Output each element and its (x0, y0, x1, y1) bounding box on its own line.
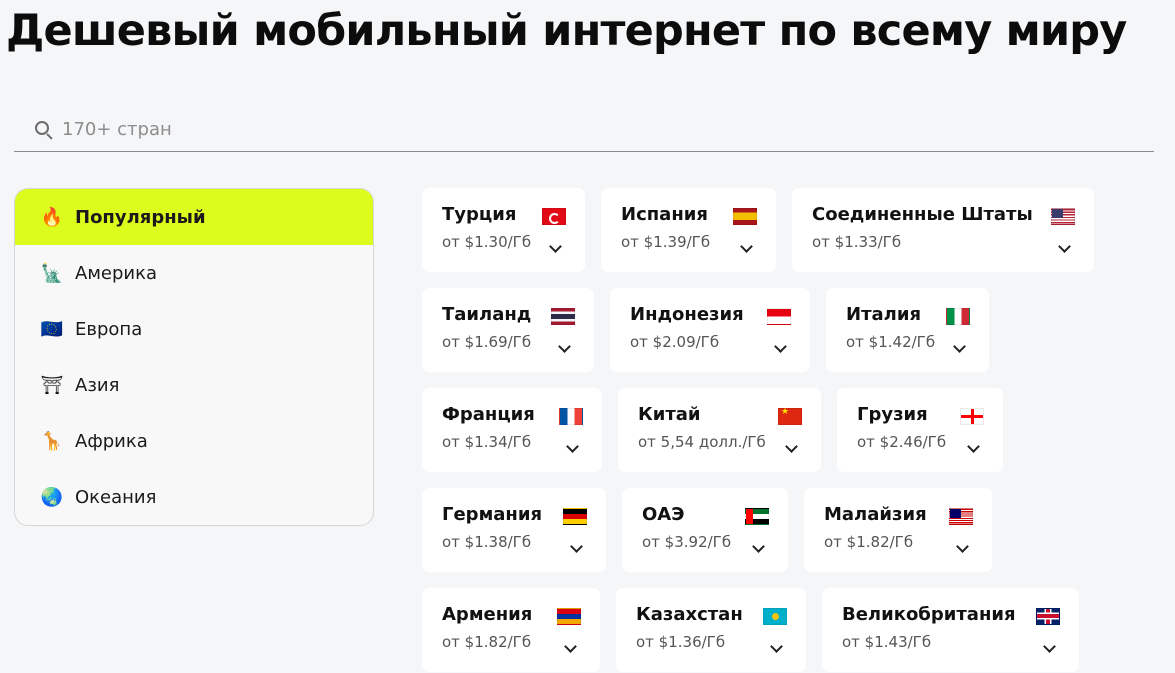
country-price: от $2.46/Гб (857, 433, 947, 451)
country-price: от $1.36/Гб (636, 633, 726, 651)
italy-flag-icon (946, 308, 970, 325)
sidebar-item-label: Европа (75, 318, 143, 340)
country-grid: Турция от $1.30/Гб Испания от $1.39/Гб С… (422, 188, 1162, 673)
sidebar-item-america[interactable]: 🗽 Америка (15, 245, 373, 301)
indonesia-flag-icon (767, 308, 791, 325)
sidebar-item-popular[interactable]: 🔥 Популярный (15, 189, 373, 245)
search-input[interactable] (62, 119, 462, 140)
country-price: от $1.69/Гб (442, 333, 532, 351)
country-price: от $1.82/Гб (824, 533, 914, 551)
uk-flag-icon (1036, 608, 1060, 625)
china-flag-icon (778, 407, 802, 425)
country-card-indonesia[interactable]: Индонезия от $2.09/Гб (610, 288, 810, 372)
sidebar-item-oceania[interactable]: 🌏 Океания (15, 469, 373, 525)
country-price: от $1.82/Гб (442, 633, 532, 651)
sidebar-item-europe[interactable]: 🇪🇺 Европа (15, 301, 373, 357)
country-card-georgia[interactable]: Грузия от $2.46/Гб (837, 388, 1003, 472)
country-name: Великобритания (842, 604, 1016, 625)
country-price: от $1.34/Гб (442, 433, 532, 451)
armenia-flag-icon (557, 608, 581, 625)
search-icon (34, 120, 54, 140)
country-price: от $1.39/Гб (621, 233, 711, 251)
country-name: Китай (638, 404, 701, 425)
country-card-armenia[interactable]: Армения от $1.82/Гб (422, 588, 600, 672)
eu-flag-icon: 🇪🇺 (40, 318, 64, 340)
france-flag-icon (559, 408, 583, 425)
page-title: Дешевый мобильный интернет по всему миру (6, 6, 1127, 56)
spain-flag-icon (733, 208, 757, 225)
country-price: от $1.43/Гб (842, 633, 932, 651)
country-price: от $1.33/Гб (812, 233, 902, 251)
country-row: Таиланд от $1.69/Гб Индонезия от $2.09/Г… (422, 288, 1162, 372)
sidebar-item-label: Азия (75, 374, 120, 396)
country-card-uk[interactable]: Великобритания от $1.43/Гб (822, 588, 1079, 672)
country-card-france[interactable]: Франция от $1.34/Гб (422, 388, 602, 472)
thailand-flag-icon (551, 308, 575, 325)
germany-flag-icon (563, 508, 587, 525)
country-card-italy[interactable]: Италия от $1.42/Гб (826, 288, 989, 372)
country-card-malaysia[interactable]: Малайзия от $1.82/Гб (804, 488, 992, 572)
country-card-turkey[interactable]: Турция от $1.30/Гб (422, 188, 585, 272)
malaysia-flag-icon (949, 508, 973, 525)
search-bar[interactable] (14, 108, 1154, 152)
sidebar-item-africa[interactable]: 🦒 Африка (15, 413, 373, 469)
country-card-germany[interactable]: Германия от $1.38/Гб (422, 488, 606, 572)
fire-icon: 🔥 (40, 206, 64, 228)
globe-icon: 🌏 (40, 486, 64, 508)
statue-of-liberty-icon: 🗽 (40, 262, 64, 284)
country-card-uae[interactable]: ОАЭ от $3.92/Гб (622, 488, 788, 572)
usa-flag-icon (1051, 208, 1075, 225)
country-row: Франция от $1.34/Гб Китай от 5,54 долл./… (422, 388, 1162, 472)
sidebar-item-label: Америка (75, 262, 157, 284)
giraffe-icon: 🦒 (40, 430, 64, 452)
country-name: Индонезия (630, 304, 744, 325)
kazakhstan-flag-icon (763, 608, 787, 625)
country-price: от $2.09/Гб (630, 333, 720, 351)
turkey-flag-icon (542, 208, 566, 225)
sidebar-item-label: Африка (75, 430, 148, 452)
country-name: Соединенные Штаты (812, 204, 1033, 225)
region-sidebar: 🔥 Популярный 🗽 Америка 🇪🇺 Европа ⛩ Азия … (14, 188, 374, 526)
country-price: от $1.42/Гб (846, 333, 936, 351)
country-card-usa[interactable]: Соединенные Штаты от $1.33/Гб (792, 188, 1094, 272)
country-price: от 5,54 долл./Гб (638, 433, 766, 451)
country-price: от $3.92/Гб (642, 533, 732, 551)
country-card-china[interactable]: Китай от 5,54 долл./Гб (618, 388, 821, 472)
georgia-flag-icon (960, 408, 984, 425)
country-row: Германия от $1.38/Гб ОАЭ от $3.92/Гб Мал… (422, 488, 1162, 572)
country-price: от $1.30/Гб (442, 233, 532, 251)
country-price: от $1.38/Гб (442, 533, 532, 551)
country-card-thailand[interactable]: Таиланд от $1.69/Гб (422, 288, 594, 372)
country-card-kazakhstan[interactable]: Казахстан от $1.36/Гб (616, 588, 806, 672)
sidebar-item-label: Океания (75, 486, 157, 508)
sidebar-item-asia[interactable]: ⛩ Азия (15, 357, 373, 413)
sidebar-item-label: Популярный (75, 206, 206, 228)
torii-gate-icon: ⛩ (40, 374, 64, 396)
country-row: Армения от $1.82/Гб Казахстан от $1.36/Г… (422, 588, 1162, 672)
country-card-spain[interactable]: Испания от $1.39/Гб (601, 188, 776, 272)
country-row: Турция от $1.30/Гб Испания от $1.39/Гб С… (422, 188, 1162, 272)
uae-flag-icon (745, 508, 769, 525)
